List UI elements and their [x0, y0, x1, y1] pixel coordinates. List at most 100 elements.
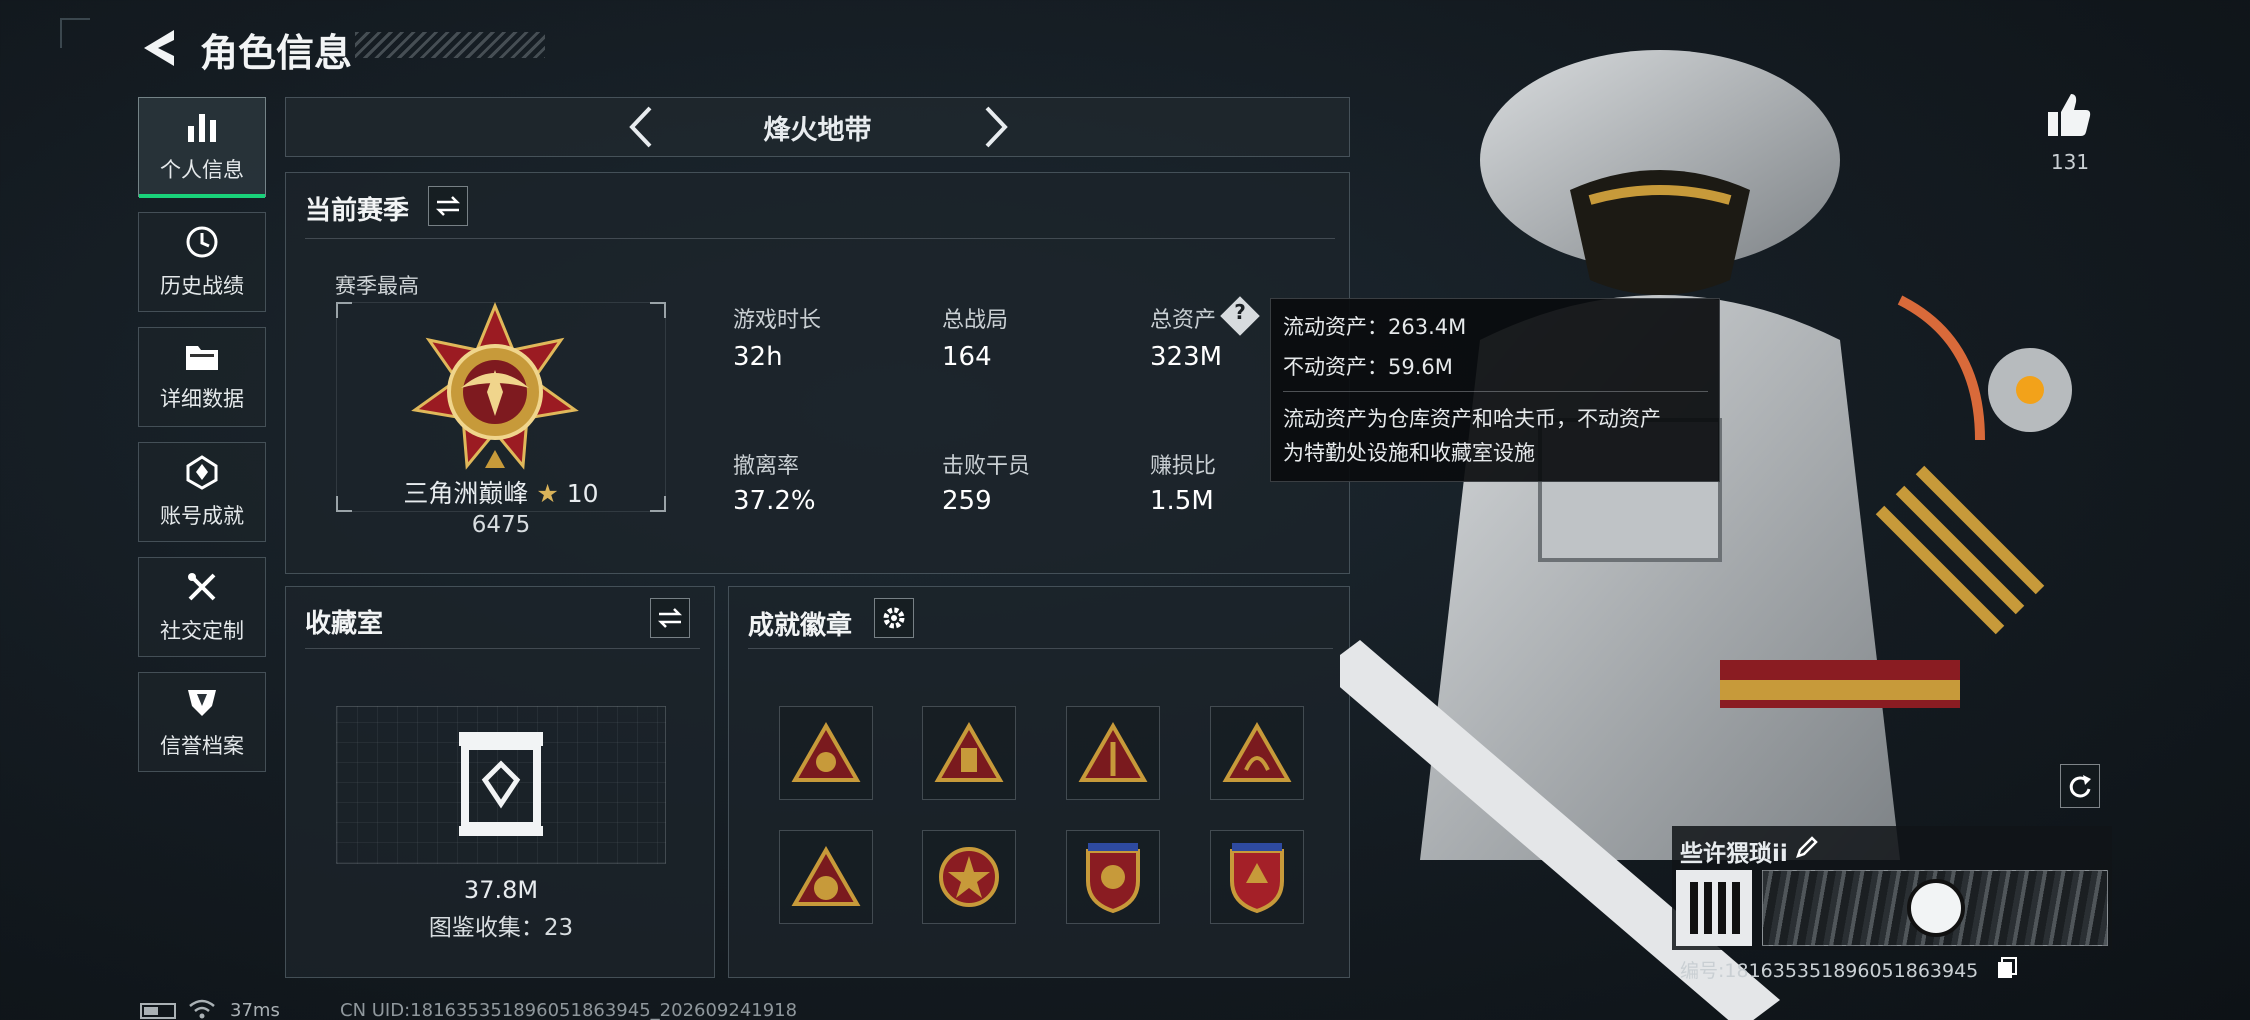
- rank-name: 三角洲巅峰: [403, 479, 529, 508]
- badge-icon: [791, 722, 861, 782]
- gear-icon: [883, 607, 905, 629]
- sidebar-item-label: 历史战绩: [160, 274, 244, 298]
- badge-tile[interactable]: [779, 830, 873, 924]
- badge-icon: [1078, 722, 1148, 782]
- badge-tile[interactable]: [922, 830, 1016, 924]
- divider: [748, 648, 1333, 649]
- stat-label: 撤离率: [733, 454, 800, 479]
- rank-name-row: 三角洲巅峰 ★ 10: [336, 474, 666, 510]
- badge-icon: [934, 722, 1004, 782]
- copy-id-button[interactable]: [1996, 956, 2018, 980]
- sidebar-item-account-achievement[interactable]: 账号成就: [138, 442, 266, 542]
- sidebar-item-label: 账号成就: [160, 504, 244, 528]
- sidebar-item-label: 详细数据: [160, 387, 244, 411]
- collection-title: 收藏室: [305, 609, 384, 639]
- sidebar-item-history[interactable]: 历史战绩: [138, 212, 266, 312]
- star-icon: ★: [536, 479, 559, 508]
- stat-value: 164: [942, 342, 992, 372]
- edit-name-button[interactable]: [1794, 834, 1820, 860]
- divider: [305, 648, 700, 649]
- stat-value: 323M: [1150, 342, 1223, 372]
- swap-icon: [657, 608, 683, 628]
- badge-icon: [791, 846, 861, 906]
- achievement-icon: [186, 455, 218, 490]
- ping-text: 37ms: [230, 1000, 280, 1020]
- rotate-icon: [2069, 775, 2091, 798]
- sidebar-item-label: 个人信息: [160, 158, 244, 182]
- achievement-title: 成就徽章: [748, 611, 853, 641]
- chevron-right-icon: [985, 106, 1008, 148]
- back-button[interactable]: [138, 26, 182, 70]
- badge-icon: [1230, 843, 1284, 914]
- player-banner[interactable]: [1762, 870, 2108, 946]
- rank-emblem-icon: [405, 300, 585, 480]
- collection-count: 图鉴收集：23: [428, 915, 574, 941]
- sidebar-item-label: 信誉档案: [160, 734, 244, 758]
- stat-value: 1.5M: [1150, 486, 1214, 516]
- stat-value: 259: [942, 486, 992, 516]
- badge-icon: [1222, 722, 1292, 782]
- next-mode-button[interactable]: [975, 102, 1015, 152]
- pencil-icon: [1796, 836, 1818, 858]
- sidebar-item-personal-info[interactable]: 个人信息: [138, 97, 266, 198]
- badge-icon: [939, 847, 999, 907]
- sidebar-item-social-custom[interactable]: 社交定制: [138, 557, 266, 657]
- like-button[interactable]: [2044, 90, 2094, 140]
- stat-value: 37.2%: [733, 486, 816, 516]
- divider: [305, 238, 1335, 239]
- question-icon: ?: [1234, 300, 1246, 324]
- rank-score: 6475: [471, 512, 531, 538]
- folder-icon: [186, 346, 218, 370]
- mode-label: 烽火地带: [763, 115, 872, 146]
- badge-tile[interactable]: [1066, 830, 1160, 924]
- shield-icon: [188, 690, 216, 716]
- sidebar-item-detail-data[interactable]: 详细数据: [138, 327, 266, 427]
- stat-label: 总战局: [942, 308, 1009, 333]
- wifi-icon: [188, 996, 216, 1020]
- prev-mode-button[interactable]: [622, 102, 662, 152]
- badge-icon: [1086, 843, 1140, 914]
- collection-switch-button[interactable]: [650, 598, 690, 638]
- battery-icon: [140, 1003, 176, 1019]
- season-title: 当前赛季: [305, 196, 410, 226]
- collection-value: 37.8M: [463, 876, 539, 904]
- achievement-settings-button[interactable]: [874, 598, 914, 638]
- tooltip-fixed-assets: 不动资产：59.6M: [1283, 355, 1453, 379]
- season-best-label: 赛季最高: [335, 274, 419, 298]
- title-stripe-decor: [355, 32, 545, 58]
- page-title: 角色信息: [200, 31, 353, 75]
- season-switch-button[interactable]: [428, 186, 468, 226]
- asset-tooltip: 流动资产：263.4M 不动资产：59.6M 流动资产为仓库资产和哈夫币，不动资…: [1270, 298, 1720, 482]
- player-name: 些许猥琐ii: [1680, 841, 1788, 867]
- tooltip-description: 流动资产为仓库资产和哈夫币，不动资产: [1283, 407, 1661, 431]
- thumbs-up-icon: [2048, 94, 2091, 136]
- rotate-view-button[interactable]: [2060, 764, 2100, 808]
- sidebar-item-credit-profile[interactable]: 信誉档案: [138, 672, 266, 772]
- bar-chart-icon: [188, 114, 216, 142]
- badge-tile[interactable]: [922, 706, 1016, 800]
- player-id: 编号:1816353518960518​63945: [1680, 960, 1979, 982]
- uid-text: CN UID:1816353518960518​63945_2026092419…: [340, 1000, 798, 1020]
- banner-logo-icon: [1907, 879, 1965, 937]
- stat-label: 击败干员: [942, 454, 1031, 479]
- stat-value: 32h: [733, 342, 783, 372]
- rank-stars: 10: [566, 479, 599, 508]
- chevron-left-icon: [629, 106, 652, 148]
- like-count: 131: [2050, 150, 2090, 174]
- badge-tile[interactable]: [1210, 830, 1304, 924]
- back-arrow-icon: [144, 30, 174, 66]
- copy-icon: [1998, 957, 2017, 978]
- badge-tile[interactable]: [779, 706, 873, 800]
- stat-label: 赚损比: [1150, 454, 1217, 479]
- tooltip-description: 为特勤处设施和收藏室设施: [1283, 441, 1535, 465]
- stat-label: 游戏时长: [733, 308, 822, 333]
- player-emblem-icon: [1676, 870, 1752, 946]
- badge-tile[interactable]: [1210, 706, 1304, 800]
- tools-icon: [188, 573, 216, 601]
- tooltip-liquid-assets: 流动资产：263.4M: [1283, 315, 1467, 339]
- stat-label: 总资产: [1150, 308, 1217, 333]
- collection-vault-icon: [455, 728, 547, 840]
- badge-tile[interactable]: [1066, 706, 1160, 800]
- swap-icon: [435, 196, 461, 216]
- history-clock-icon: [186, 226, 218, 258]
